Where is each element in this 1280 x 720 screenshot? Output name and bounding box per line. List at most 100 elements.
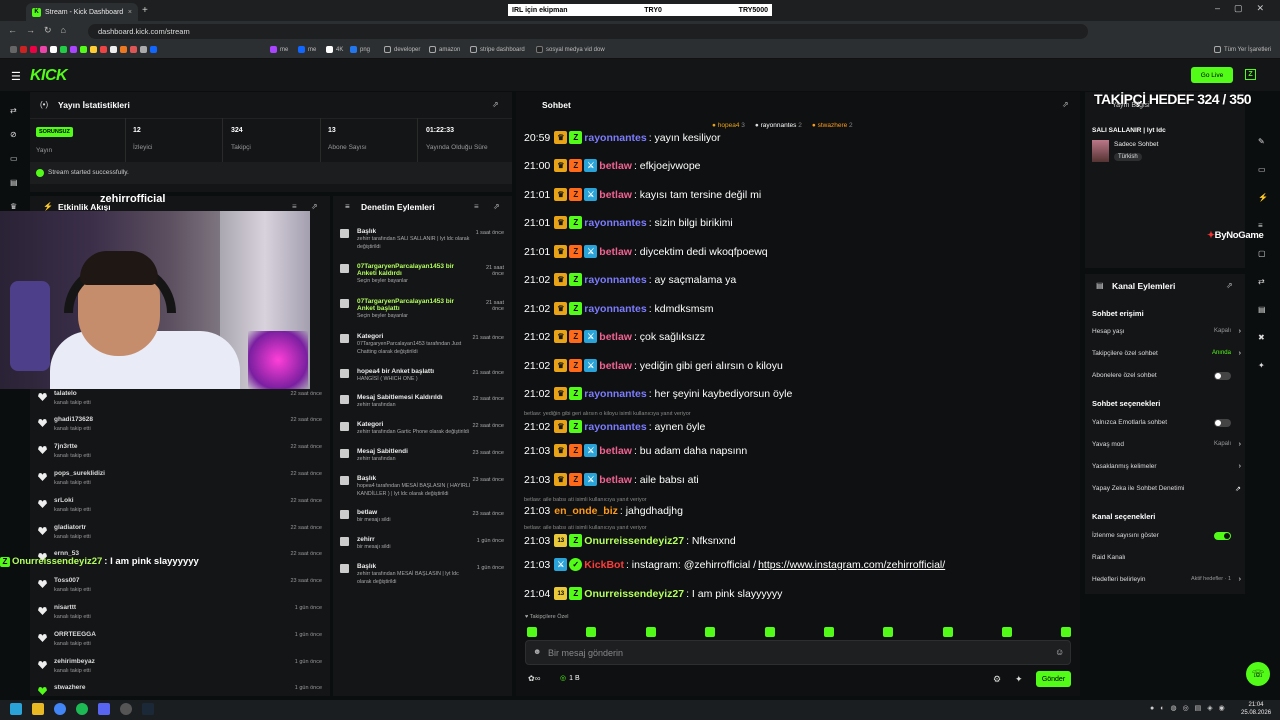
go-live-button[interactable]: Go Live [1191,67,1233,83]
subs-only-row[interactable]: Abonelere özel sohbet [1085,372,1245,384]
chrome-icon[interactable] [54,703,66,715]
windows-start-icon[interactable] [10,703,22,715]
popout-icon[interactable]: ⇗ [311,202,318,211]
obs-icon[interactable] [120,703,132,715]
clock[interactable]: 21:04 25.08.2026 [1241,701,1271,717]
bookmark[interactable]: me [270,46,288,53]
bookmark-icon[interactable] [70,46,77,53]
mod-action-item: 07TargaryenParcalayan1453 bir Anketi kal… [340,263,508,285]
filter-icon[interactable]: ≡ [474,202,479,211]
sub-badge-icon: Z [569,273,583,286]
filter-icon[interactable]: ≡ [292,202,297,211]
chat-message: 21:03 ♛ Z ⚔ betlaw: bu adam daha napsınn [524,444,748,457]
apps-icon[interactable] [10,46,17,53]
stream-status-badge: SORUNSUZ [36,127,73,137]
bookmark[interactable]: 4K [326,46,343,53]
browser-tab[interactable]: K Stream - Kick Dashboard × [26,3,138,21]
bookmark-icon[interactable] [100,46,107,53]
emote-only-row[interactable]: Yalnızca Emotlarla sohbet [1085,419,1245,431]
emote-icon[interactable] [943,627,953,637]
bookmark-icon[interactable] [40,46,47,53]
emote-icon[interactable] [883,627,893,637]
subs-only-toggle[interactable] [1214,372,1231,380]
kick-k-icon[interactable]: Z [1245,69,1256,80]
right-nav-icons[interactable]: ✎ ▭ ⚡ ≡ ▢ ⇄ ▤ ✖ ✦ [1258,128,1270,380]
bookmark-icon[interactable] [50,46,57,53]
url-field[interactable]: dashboard.kick.com/stream [88,24,1088,39]
tray-icons[interactable]: ●◐◍◎▤◈◉ [1150,704,1231,712]
emote-icon[interactable] [824,627,834,637]
emote-icon[interactable] [527,627,537,637]
popout-icon[interactable]: ⇗ [492,100,499,109]
sub-badge-icon: Z [569,188,583,201]
bookmark-icon[interactable] [130,46,137,53]
emote-icon[interactable] [1002,627,1012,637]
success-icon [36,169,44,177]
settings-icon[interactable]: ⚙ [993,674,1001,685]
mod-badge-icon: ⚔ [584,245,598,258]
show-viewers-row[interactable]: İzlenme sayısını göster [1085,532,1245,544]
show-viewers-toggle[interactable] [1214,532,1231,540]
window-controls[interactable]: –▢✕ [1215,3,1278,14]
bookmark-icon[interactable] [20,46,27,53]
kick-top-nav [0,59,1280,91]
menu-icon[interactable]: ☰ [11,70,21,83]
steam-icon[interactable] [142,703,154,715]
followers-only-row[interactable]: Takipçilere özel sohbet Anında › [1085,350,1245,362]
new-tab-icon[interactable]: + [142,5,148,16]
bookmark[interactable]: sosyal medya vid dow [536,46,605,53]
list-item: Toss007 kanalı takip etti 23 saat önce [38,575,326,602]
bookmark-icon[interactable] [30,46,37,53]
delete-icon [340,510,349,519]
emote-icon[interactable] [646,627,656,637]
mod-tools-icon[interactable]: ✦ [1015,674,1023,685]
bookmark-folder[interactable]: developer [384,46,420,53]
bookmark-folder[interactable]: amazon [429,46,460,53]
heart-icon [38,473,47,481]
popout-icon[interactable]: ⇗ [493,202,500,211]
bookmark-icon[interactable] [60,46,67,53]
popout-icon[interactable]: ⇗ [1062,100,1069,109]
poll-icon [340,299,349,308]
emoji-icon[interactable]: ☺ [1055,647,1064,657]
title-icon [340,564,349,573]
send-button[interactable]: Gönder [1036,671,1071,687]
slow-mode-row[interactable]: Yavaş mod Kapalı › [1085,441,1245,453]
sub-badge-icon: Z [569,159,583,172]
ai-moderation-row[interactable]: Yapay Zeka ile Sohbet Denetimi ⇗ [1085,485,1245,497]
raid-row[interactable]: Raid Kanalı [1085,554,1245,566]
instagram-link[interactable]: https://www.instagram.com/zehirrofficial… [758,559,945,571]
support-chat-icon[interactable]: ☏ [1246,662,1270,686]
account-age-row[interactable]: Hesap yaşı Kapalı › [1085,328,1245,340]
bookmark-icon[interactable] [110,46,117,53]
kick-logo[interactable]: KICK [30,67,68,85]
bookmark-icon[interactable] [120,46,127,53]
goals-row[interactable]: Hedefleri belirleyin Aktif hedefler · 1 › [1085,576,1245,588]
stream-tag: Türkish [1114,153,1142,161]
bookmark-icon[interactable] [140,46,147,53]
emote-picker-icon[interactable]: ☻ [533,647,541,656]
chat-overlay-message: Z Onurreissendeyiz27: I am pink slayyyyyy [0,556,199,567]
emote-only-toggle[interactable] [1214,419,1231,427]
nav-buttons[interactable]: ←→↻⌂ [8,25,75,36]
emote-icon[interactable] [705,627,715,637]
bookmark-folder[interactable]: stripe dashboard [470,46,525,53]
gift-icon[interactable]: ✿∞ [528,674,540,683]
follower-count: 324 [231,127,243,134]
emote-icon[interactable] [765,627,775,637]
bookmark-icon[interactable] [80,46,87,53]
emote-icon[interactable] [586,627,596,637]
all-bookmarks[interactable]: Tüm Yer İşaretleri [1214,46,1271,53]
bookmark-icon[interactable] [150,46,157,53]
discord-icon[interactable] [98,703,110,715]
spotify-icon[interactable] [76,703,88,715]
bookmark[interactable]: me [298,46,316,53]
file-explorer-icon[interactable] [32,703,44,715]
emote-icon[interactable] [1061,627,1071,637]
popout-icon[interactable]: ⇗ [1226,281,1233,290]
bookmark-icon[interactable] [90,46,97,53]
bookmark[interactable]: png [350,46,370,53]
banned-words-row[interactable]: Yasaklanmış kelimeler › [1085,463,1245,475]
left-nav-icons[interactable]: ⇄ ⊘ ▭ ▤ ♛ [10,99,20,219]
close-tab-icon[interactable]: × [128,9,132,16]
